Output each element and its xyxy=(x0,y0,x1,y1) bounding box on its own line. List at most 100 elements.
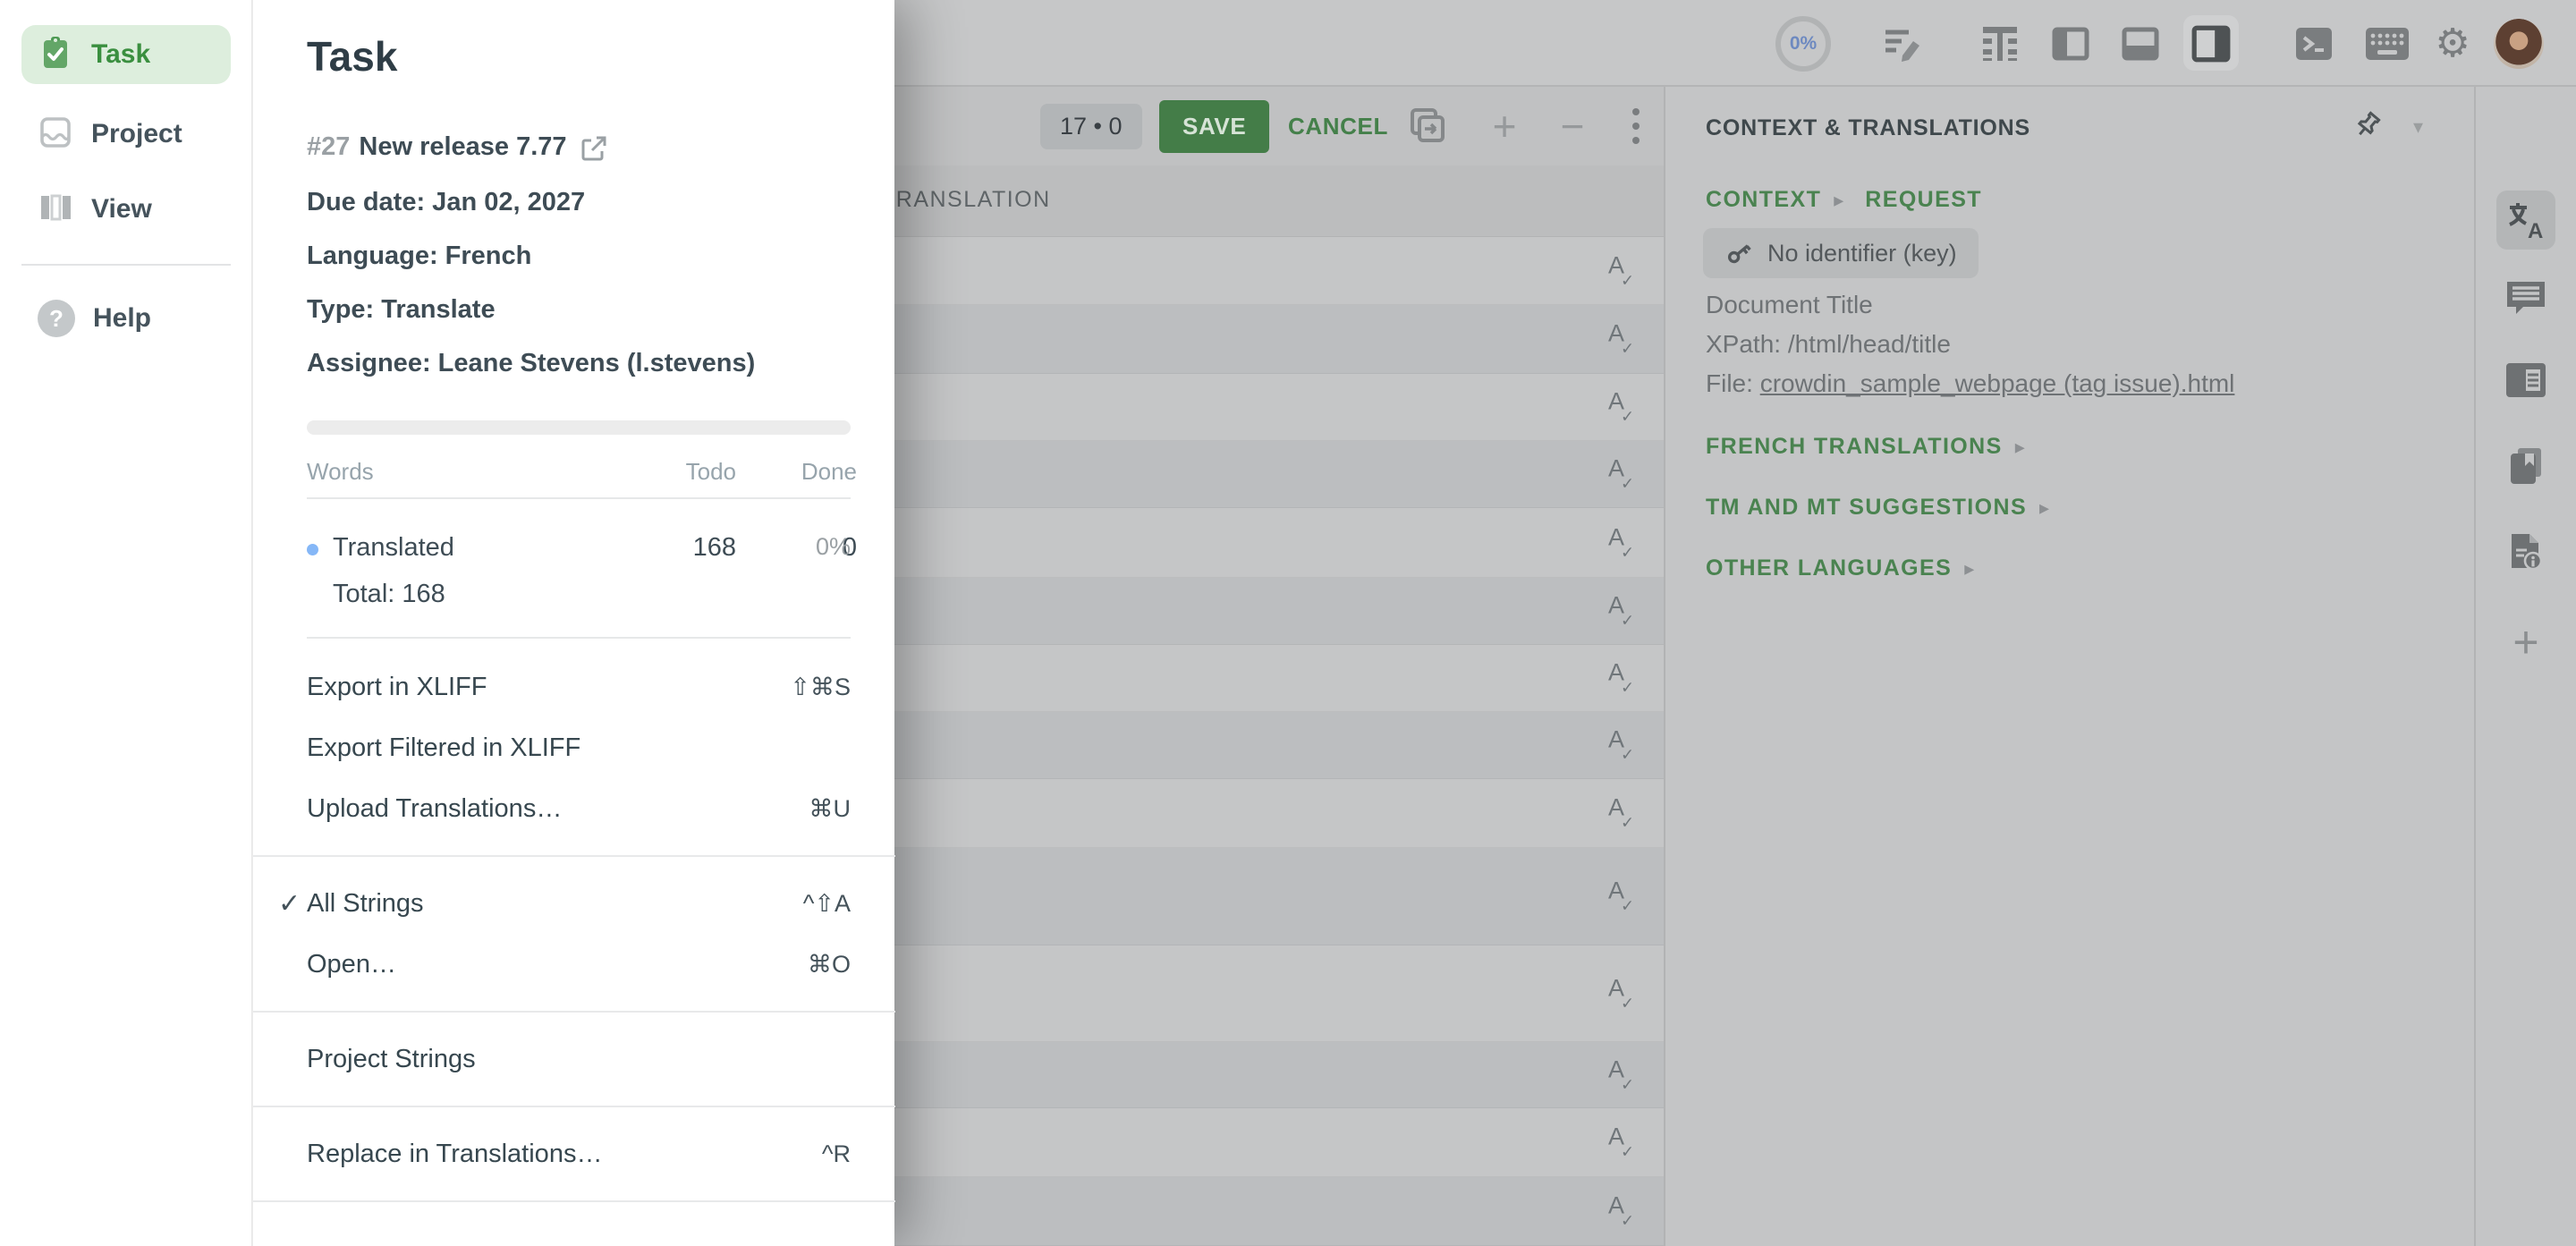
menu-item-open[interactable]: Open…⌘O xyxy=(253,934,895,995)
words-total: Total: 168 xyxy=(333,580,445,609)
spellcheck-icon[interactable]: A✓ xyxy=(1608,594,1644,629)
layout-right-panel-icon[interactable] xyxy=(2190,0,2232,87)
menu-item-project-strings[interactable]: Project Strings xyxy=(253,1029,895,1089)
sidebar-item-task[interactable]: Task xyxy=(21,25,231,84)
menu-item-export-in-xliff[interactable]: Export in XLIFF⇧⌘S xyxy=(253,657,895,717)
menu-item-replace-in-translations[interactable]: Replace in Translations…^R xyxy=(253,1123,895,1184)
section-label: OTHER LANGUAGES xyxy=(1706,555,1952,581)
menu-divider xyxy=(253,1011,895,1013)
spellcheck-icon[interactable]: A✓ xyxy=(1608,322,1644,357)
sidebar-item-label: Project xyxy=(91,119,182,149)
save-button[interactable]: SAVE xyxy=(1159,87,1269,165)
menu-item-export-filtered-in-xliff[interactable]: Export Filtered in XLIFF xyxy=(253,717,895,778)
context-doc-title: Document Title xyxy=(1706,291,1873,319)
key-icon xyxy=(1724,239,1753,267)
section-french-translations[interactable]: FRENCH TRANSLATIONS▸ xyxy=(1706,434,2025,460)
words-table-header: Words Todo Done xyxy=(307,458,851,486)
sidebar-item-label: View xyxy=(91,194,152,225)
section-label: FRENCH TRANSLATIONS xyxy=(1706,434,2003,460)
sidebar-divider xyxy=(21,264,231,266)
spellcheck-icon[interactable]: A✓ xyxy=(1608,879,1644,914)
counter-text: 17 • 0 xyxy=(1040,104,1142,149)
translate-panel-icon[interactable]: A xyxy=(2496,191,2555,250)
console-icon[interactable] xyxy=(2292,0,2336,87)
file-info-icon[interactable] xyxy=(2504,530,2547,575)
chevron-right-icon: ▸ xyxy=(2039,496,2049,520)
crowdin-editor-screen: 0% ⚙ xyxy=(0,0,2576,1246)
spellcheck-icon[interactable]: A✓ xyxy=(1608,457,1644,492)
section-tm-and-mt-suggestions[interactable]: TM AND MT SUGGESTIONS▸ xyxy=(1706,495,2049,521)
pin-panel-icon[interactable] xyxy=(2351,110,2383,147)
copy-source-icon[interactable] xyxy=(1404,87,1449,165)
help-icon: ? xyxy=(38,300,75,337)
comments-icon[interactable] xyxy=(2504,276,2548,318)
article-icon[interactable] xyxy=(2504,360,2548,400)
sidebar-item-label: Help xyxy=(93,303,151,334)
task-progress-bar xyxy=(307,420,851,435)
section-other-languages[interactable]: OTHER LANGUAGES ▸ xyxy=(1706,555,1974,581)
table-view-icon[interactable] xyxy=(1977,0,2023,87)
menu-item-upload-translations[interactable]: Upload Translations…⌘U xyxy=(253,778,895,839)
sidebar-item-help[interactable]: ? Help xyxy=(21,289,231,348)
task-flyout-panel: Task #27 New release 7.77 Due date: Jan … xyxy=(252,0,894,1246)
menu-divider xyxy=(253,855,895,857)
menu-item-label: Replace in Translations… xyxy=(307,1140,822,1169)
identifier-text: No identifier (key) xyxy=(1767,240,1957,267)
sidebar-item-view[interactable]: View xyxy=(21,180,231,239)
glossary-book-icon[interactable] xyxy=(2504,445,2548,487)
user-avatar[interactable] xyxy=(2494,0,2544,87)
menu-divider xyxy=(253,1200,895,1202)
tab-request[interactable]: REQUEST xyxy=(1865,187,1982,213)
plus-icon[interactable]: + xyxy=(1485,87,1524,165)
task-id: #27 xyxy=(307,132,350,162)
right-vertical-toolbar: A + xyxy=(2474,87,2576,1246)
translation-progress-ring[interactable]: 0% xyxy=(1775,0,1832,87)
spellcheck-icon[interactable]: A✓ xyxy=(1608,525,1644,560)
menu-item-label: Export Filtered in XLIFF xyxy=(307,733,851,763)
svg-text:A: A xyxy=(2528,219,2543,242)
spellcheck-icon[interactable]: A✓ xyxy=(1608,253,1644,288)
minus-icon[interactable]: − xyxy=(1553,87,1592,165)
context-panel: CONTEXT & TRANSLATIONS ▾ CONTEXT ▸ REQUE… xyxy=(1664,87,2474,1246)
identifier-pill: No identifier (key) xyxy=(1703,228,1979,278)
keyboard-icon[interactable] xyxy=(2364,0,2411,87)
panel-dropdown-caret-icon[interactable]: ▾ xyxy=(2413,115,2423,139)
check-icon: ✓ xyxy=(278,888,301,920)
settings-gear-icon[interactable]: ⚙ xyxy=(2431,0,2474,87)
string-counter-badge: 17 • 0 xyxy=(1040,87,1142,165)
menu-item-shortcut: ⌘O xyxy=(808,951,851,979)
more-options-kebab-icon[interactable] xyxy=(1621,87,1651,165)
translated-dot xyxy=(307,544,318,555)
task-id-row: #27 New release 7.77 xyxy=(307,131,608,164)
draft-compose-icon[interactable] xyxy=(1878,0,1925,87)
context-panel-title: CONTEXT & TRANSLATIONS xyxy=(1706,115,2030,141)
file-link[interactable]: crowdin_sample_webpage (tag issue).html xyxy=(1760,369,2235,397)
task-menu: Export in XLIFF⇧⌘S Export Filtered in XLI… xyxy=(253,657,895,1218)
words-row-translated: Translated 168 0 0% xyxy=(307,533,851,563)
layout-bottom-panel-icon[interactable] xyxy=(2120,0,2161,87)
spellcheck-icon[interactable]: A✓ xyxy=(1608,1194,1644,1229)
cancel-button[interactable]: CANCEL xyxy=(1288,87,1388,165)
task-due-date: Due date: Jan 02, 2027 xyxy=(307,188,585,217)
tab-context[interactable]: CONTEXT xyxy=(1706,187,1821,213)
menu-item-shortcut: ^⇧A xyxy=(803,890,851,918)
spellcheck-icon[interactable]: A✓ xyxy=(1608,796,1644,831)
chevron-right-icon: ▸ xyxy=(1964,557,1974,581)
external-link-icon[interactable] xyxy=(580,134,608,167)
layout-left-panel-icon[interactable] xyxy=(2050,0,2091,87)
spellcheck-icon[interactable]: A✓ xyxy=(1608,1125,1644,1160)
context-xpath: XPath: /html/head/title xyxy=(1706,330,1951,359)
spellcheck-icon[interactable]: A✓ xyxy=(1608,728,1644,763)
sidebar-item-project[interactable]: Project xyxy=(21,105,231,164)
task-assignee: Assignee: Leane Stevens (l.stevens) xyxy=(307,349,755,378)
menu-item-all-strings[interactable]: ✓All Strings^⇧A xyxy=(253,873,895,934)
add-panel-icon[interactable]: + xyxy=(2512,616,2538,668)
view-columns-icon xyxy=(38,190,73,230)
spellcheck-icon[interactable]: A✓ xyxy=(1608,661,1644,696)
spellcheck-icon[interactable]: A✓ xyxy=(1608,390,1644,425)
project-board-icon xyxy=(38,114,73,155)
spellcheck-icon[interactable]: A✓ xyxy=(1608,976,1644,1011)
spellcheck-icon[interactable]: A✓ xyxy=(1608,1057,1644,1092)
main-sidebar: Task Project View? Help xyxy=(0,0,252,1246)
menu-item-label: Project Strings xyxy=(307,1045,851,1074)
